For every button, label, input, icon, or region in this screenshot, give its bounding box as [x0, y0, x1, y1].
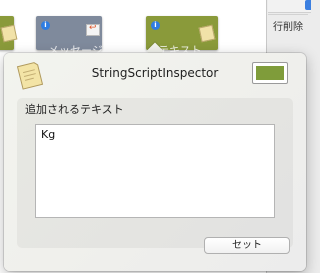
info-icon[interactable]: i — [41, 21, 50, 30]
message-arrow-icon: ↩ — [86, 23, 100, 36]
delete-row-button[interactable]: 行削除 — [268, 14, 308, 35]
message-script-card[interactable]: i ↩ メッセージ — [36, 16, 103, 57]
inspector-title: StringScriptInspector — [91, 66, 219, 80]
string-script-inspector-popover: StringScriptInspector 追加されるテキスト Kg セット — [4, 53, 306, 271]
note-icon — [0, 24, 18, 43]
color-swatch-fill — [256, 66, 284, 80]
set-button[interactable]: セット — [204, 237, 290, 254]
text-field-label: 追加されるテキスト — [25, 103, 124, 116]
side-panel-header — [268, 0, 311, 13]
info-icon[interactable]: i — [151, 21, 160, 30]
note-icon — [16, 62, 44, 90]
color-swatch[interactable] — [252, 62, 288, 84]
added-text-input[interactable]: Kg — [35, 124, 275, 218]
note-icon — [198, 24, 216, 43]
script-card[interactable] — [0, 16, 18, 50]
